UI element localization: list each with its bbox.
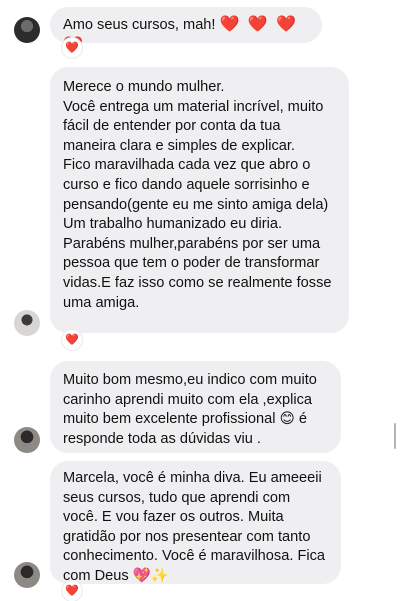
scrollbar[interactable] xyxy=(394,423,396,449)
message-bubble[interactable]: Marcela, você é minha diva. Eu ameeeii s… xyxy=(50,461,341,584)
avatar[interactable] xyxy=(14,427,40,453)
message-bubble[interactable]: Amo seus cursos, mah! ❤️ ❤️ ❤️ ❤️ xyxy=(50,7,322,54)
heart-icon: ❤️ xyxy=(65,41,79,54)
message-text: Muito bom mesmo,eu indico com muito cari… xyxy=(63,372,317,447)
message-bubble[interactable]: Merece o mundo mulher. Você entrega um m… xyxy=(50,67,349,333)
heart-reaction[interactable]: ❤️ xyxy=(62,581,82,601)
heart-reaction[interactable]: ❤️ xyxy=(62,38,82,58)
avatar[interactable] xyxy=(14,17,40,43)
message-text: Marcela, você é minha diva. Eu ameeeii s… xyxy=(63,470,326,584)
heart-icon: ❤️ xyxy=(65,584,79,597)
message-text: Amo seus cursos, mah! xyxy=(63,17,216,33)
message-text: Merece o mundo mulher. Você entrega um m… xyxy=(63,79,332,311)
heart-reaction[interactable]: ❤️ xyxy=(62,330,82,350)
avatar[interactable] xyxy=(14,562,40,588)
message-bubble[interactable]: Muito bom mesmo,eu indico com muito cari… xyxy=(50,361,341,453)
heart-icon: ❤️ xyxy=(65,333,79,346)
avatar[interactable] xyxy=(14,310,40,336)
